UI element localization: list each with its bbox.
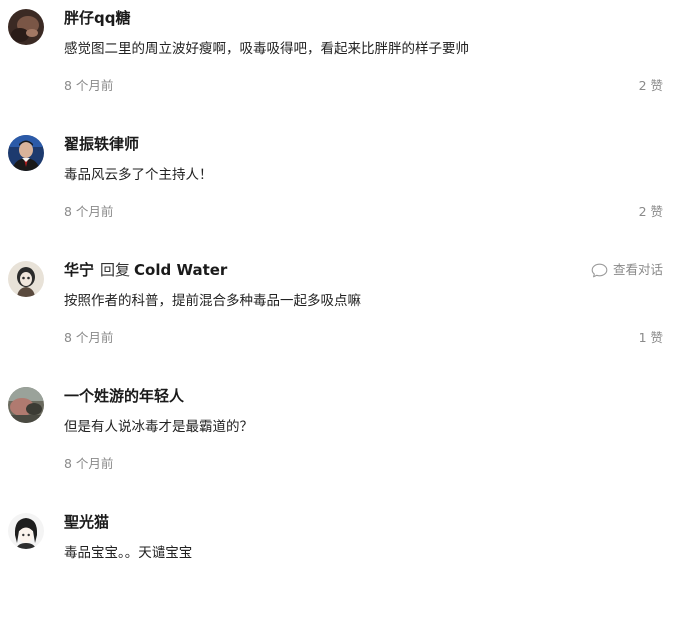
comment-item: 聖光猫 毒品宝宝。。天谴宝宝 — [0, 504, 675, 630]
comment-timestamp: 8 个月前 — [64, 204, 114, 219]
comment-text: 毒品风云多了个主持人！ — [64, 167, 213, 183]
avatar[interactable] — [8, 513, 44, 549]
comment-item: 胖仔qq糖 感觉图二里的周立波好瘦啊，吸毒吸得吧，看起来比胖胖的样子要帅 8 个… — [0, 0, 675, 126]
comment-header: 翟振轶律师 — [64, 132, 139, 156]
author-name[interactable]: 翟振轶律师 — [64, 135, 139, 153]
avatar-image — [8, 261, 44, 297]
avatar[interactable] — [8, 261, 44, 297]
avatar[interactable] — [8, 9, 44, 45]
comment-item: 翟振轶律师 毒品风云多了个主持人！ 8 个月前 2 赞 — [0, 126, 675, 252]
comment-timestamp: 8 个月前 — [64, 78, 114, 93]
avatar-image — [8, 9, 44, 45]
comment-text: 但是有人说冰毒才是最霸道的？ — [64, 419, 253, 435]
comment-item: 华宁 回复 Cold Water 查看对话 按照作者的科普，提前混合多种毒品一起多吸… — [0, 252, 675, 378]
author-name[interactable]: 一个姓游的年轻人 — [64, 387, 184, 405]
comment-header: 华宁 回复 Cold Water — [64, 258, 227, 282]
avatar-image — [8, 387, 44, 423]
reply-label: 回复 — [100, 261, 131, 279]
reply-target-name[interactable]: Cold Water — [134, 261, 227, 279]
like-button[interactable]: 2 赞 — [639, 76, 663, 96]
comment-text: 感觉图二里的周立波好瘦啊，吸毒吸得吧，看起来比胖胖的样子要帅 — [64, 41, 469, 57]
comment-list: 胖仔qq糖 感觉图二里的周立波好瘦啊，吸毒吸得吧，看起来比胖胖的样子要帅 8 个… — [0, 0, 675, 580]
comment-text: 毒品宝宝。。天谴宝宝 — [64, 545, 193, 561]
author-name[interactable]: 华宁 — [64, 261, 94, 279]
chat-bubble-icon — [591, 263, 608, 278]
like-button[interactable]: 1 赞 — [639, 328, 663, 348]
avatar[interactable] — [8, 135, 44, 171]
view-conversation-button[interactable]: 查看对话 — [591, 258, 663, 282]
comment-header: 胖仔qq糖 — [64, 6, 130, 30]
comment-timestamp: 8 个月前 — [64, 330, 114, 345]
like-button[interactable]: 2 赞 — [639, 202, 663, 222]
author-name[interactable]: 聖光猫 — [64, 513, 109, 531]
comment-header: 聖光猫 — [64, 510, 109, 534]
author-name[interactable]: 胖仔qq糖 — [64, 9, 130, 27]
comment-timestamp: 8 个月前 — [64, 456, 114, 471]
avatar-image — [8, 135, 44, 171]
view-conversation-label: 查看对话 — [612, 262, 663, 277]
comment-text: 按照作者的科普，提前混合多种毒品一起多吸点嘛 — [64, 293, 361, 309]
comment-item: 一个姓游的年轻人 但是有人说冰毒才是最霸道的？ 8 个月前 — [0, 378, 675, 504]
comment-header: 一个姓游的年轻人 — [64, 384, 184, 408]
avatar[interactable] — [8, 387, 44, 423]
avatar-image — [8, 513, 44, 549]
